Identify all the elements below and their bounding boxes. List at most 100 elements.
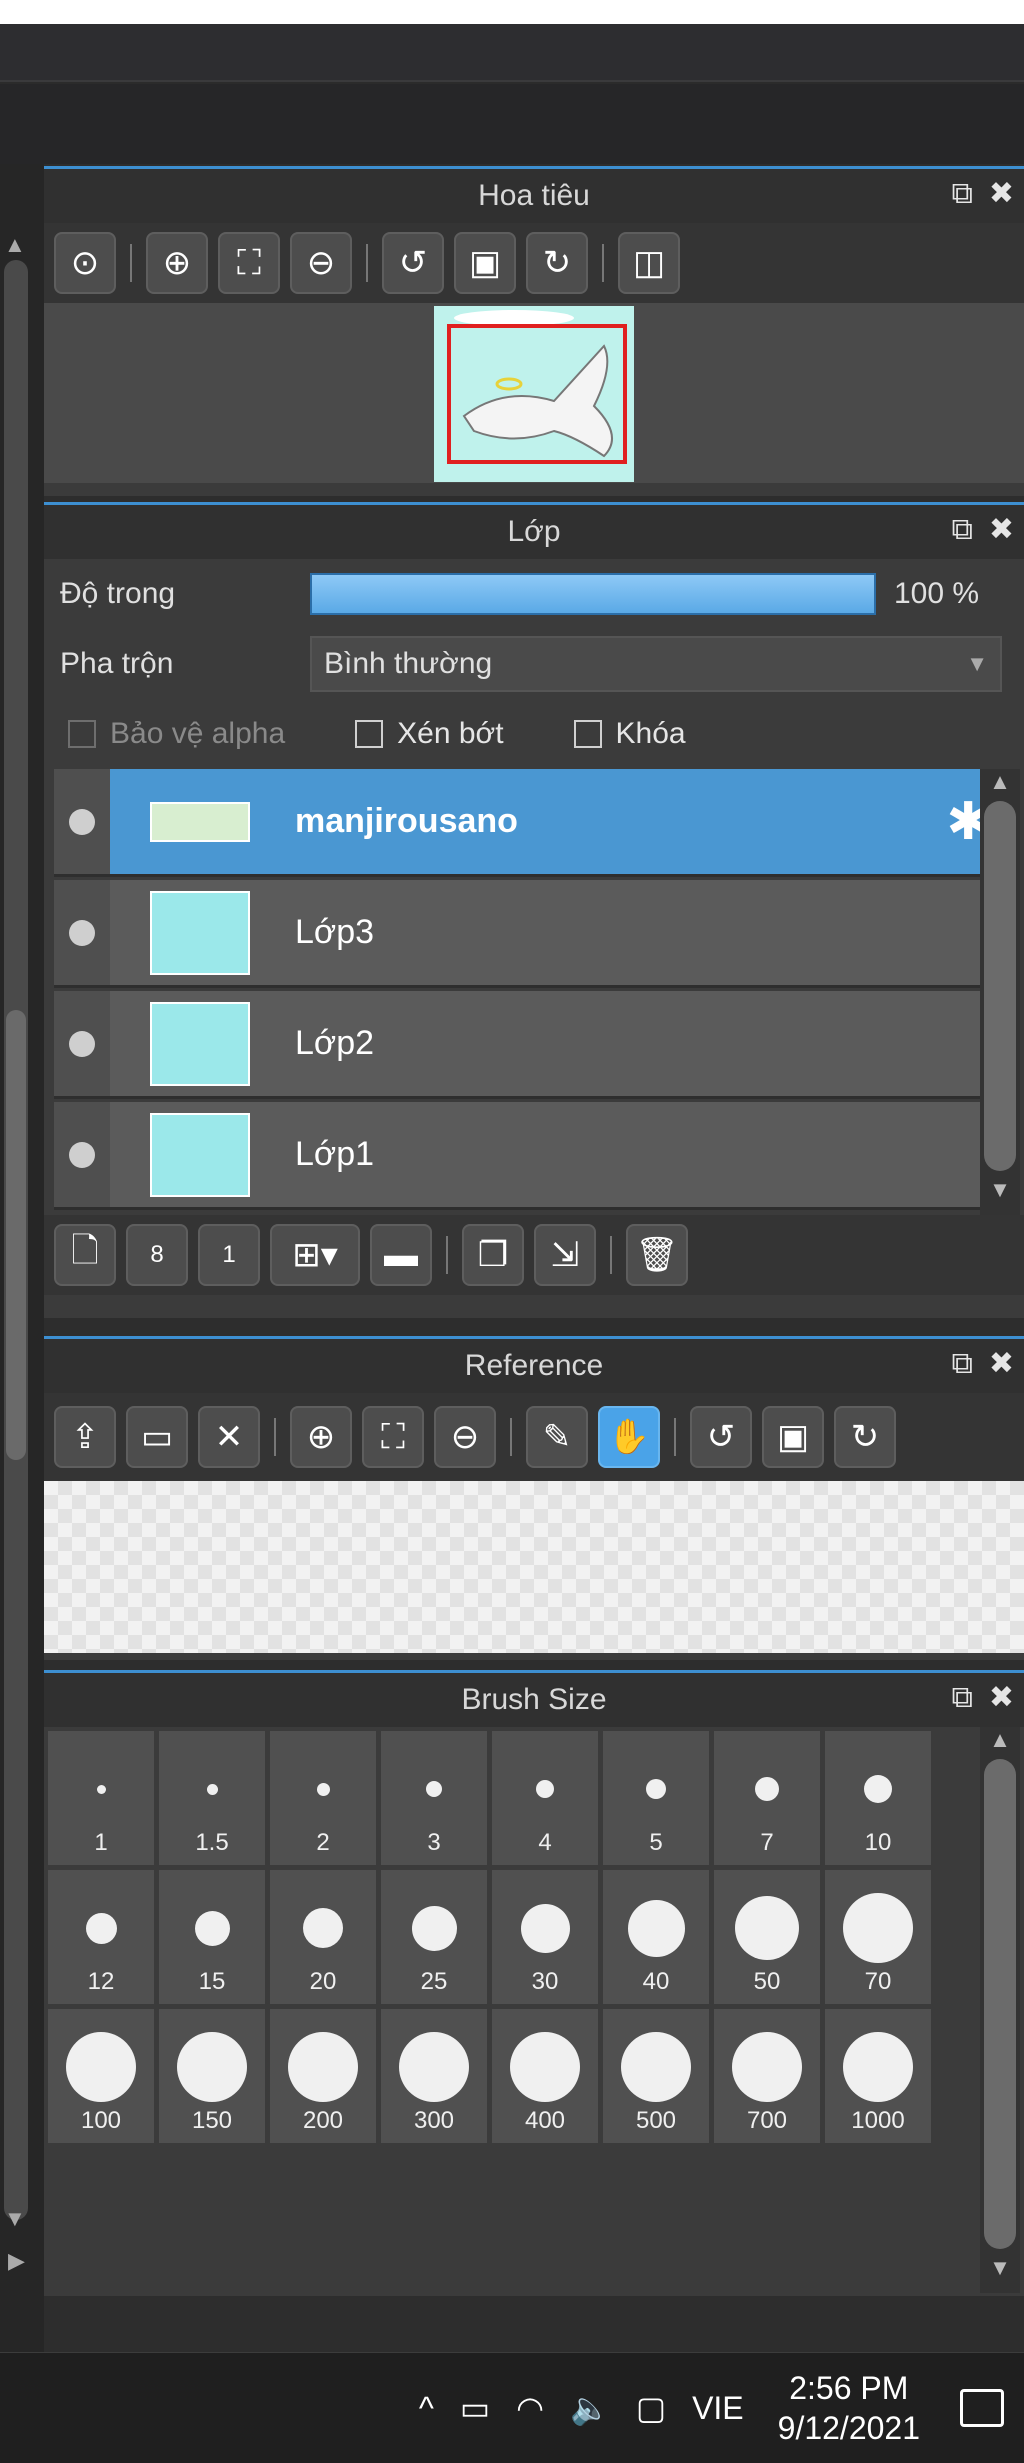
viewport-frame[interactable]: [447, 324, 627, 464]
visibility-dot-icon: [69, 1141, 95, 1168]
brush-size-cell[interactable]: 50: [714, 1870, 820, 2004]
brush-size-cell[interactable]: 70: [825, 1870, 931, 2004]
layer-row-lop1[interactable]: Lớp1: [54, 1102, 1002, 1210]
layer-list-scrollbar[interactable]: ▲ ▼: [980, 769, 1020, 1215]
brush-size-cell[interactable]: 300: [381, 2009, 487, 2143]
lock-checkbox[interactable]: Khóa: [573, 717, 686, 751]
duplicate-icon[interactable]: ❐: [462, 1224, 524, 1286]
zoom-out-icon[interactable]: ⊖: [434, 1406, 496, 1468]
meet-now-icon[interactable]: ▢: [636, 2389, 666, 2427]
fit-window-icon[interactable]: ▣: [454, 232, 516, 294]
brush-size-cell[interactable]: 1.5: [159, 1731, 265, 1865]
battery-icon[interactable]: ▭: [460, 2389, 490, 2427]
navigator-preview[interactable]: [44, 303, 1024, 483]
close-panel-icon[interactable]: ✖: [989, 1683, 1014, 1713]
brush-size-cell[interactable]: 1000: [825, 2009, 931, 2143]
rotate-left-icon[interactable]: ↺: [690, 1406, 752, 1468]
brush-size-cell[interactable]: 20: [270, 1870, 376, 2004]
fit-window-icon[interactable]: ▣: [762, 1406, 824, 1468]
wifi-icon[interactable]: ◠: [516, 2389, 544, 2427]
zoom-in-icon[interactable]: ⊕: [290, 1406, 352, 1468]
reference-canvas[interactable]: [44, 1481, 1024, 1653]
visibility-toggle[interactable]: [54, 769, 110, 874]
scroll-up-icon[interactable]: ▲: [980, 769, 1020, 795]
brush-size-cell[interactable]: 4: [492, 1731, 598, 1865]
brush-grid-scrollbar[interactable]: ▲ ▼: [980, 1727, 1020, 2293]
clipping-checkbox[interactable]: Xén bớt: [355, 717, 504, 751]
visibility-toggle[interactable]: [54, 1102, 110, 1207]
scrollbar-thumb[interactable]: [984, 801, 1016, 1171]
new-8bit-layer-icon[interactable]: 8: [126, 1224, 188, 1286]
brush-size-cell[interactable]: 30: [492, 1870, 598, 2004]
opacity-slider[interactable]: [310, 573, 876, 615]
brush-size-cell[interactable]: 500: [603, 2009, 709, 2143]
flip-icon[interactable]: ◫: [618, 232, 680, 294]
visibility-toggle[interactable]: [54, 880, 110, 985]
brush-dot-icon: [303, 1908, 343, 1948]
clock[interactable]: 2:56 PM 9/12/2021: [778, 2368, 920, 2448]
fit-screen-icon[interactable]: ⛶: [218, 232, 280, 294]
brush-size-label: 40: [642, 1968, 670, 1995]
float-panel-icon[interactable]: ⧉: [951, 1349, 972, 1379]
merge-down-icon[interactable]: ⇲: [534, 1224, 596, 1286]
close-panel-icon[interactable]: ✖: [989, 1349, 1014, 1379]
brush-size-cell[interactable]: 5: [603, 1731, 709, 1865]
scroll-down-icon[interactable]: ▼: [980, 1177, 1020, 1203]
float-panel-icon[interactable]: ⧉: [951, 515, 972, 545]
brush-size-cell[interactable]: 2: [270, 1731, 376, 1865]
canvas-scrollbar-thumb[interactable]: [6, 1010, 26, 1460]
zoom-actual-icon[interactable]: ⊙: [54, 232, 116, 294]
scroll-down-icon[interactable]: ▼: [980, 2255, 1020, 2281]
close-panel-icon[interactable]: ✖: [989, 179, 1014, 209]
float-panel-icon[interactable]: ⧉: [951, 179, 972, 209]
brush-size-cell[interactable]: 150: [159, 2009, 265, 2143]
brush-size-cell[interactable]: 40: [603, 1870, 709, 2004]
brush-size-cell[interactable]: 25: [381, 1870, 487, 2004]
blend-mode-select[interactable]: Bình thường ▼: [310, 636, 1002, 692]
brush-size-cell[interactable]: 200: [270, 2009, 376, 2143]
rotate-right-icon[interactable]: ↻: [526, 232, 588, 294]
rotate-right-icon[interactable]: ↻: [834, 1406, 896, 1468]
scroll-up-icon[interactable]: ▲: [980, 1727, 1020, 1753]
brush-preview: [206, 1749, 218, 1829]
float-panel-icon[interactable]: ⧉: [951, 1683, 972, 1713]
brush-size-cell[interactable]: 12: [48, 1870, 154, 2004]
rotate-left-icon[interactable]: ↺: [382, 232, 444, 294]
scroll-down-icon[interactable]: ▼: [4, 2206, 26, 2232]
brush-size-cell[interactable]: 10: [825, 1731, 931, 1865]
volume-icon[interactable]: 🔈: [570, 2389, 610, 2427]
language-indicator[interactable]: VIE: [692, 2390, 744, 2427]
brush-size-cell[interactable]: 3: [381, 1731, 487, 1865]
layer-row-lop3[interactable]: Lớp3: [54, 880, 1002, 988]
layer-row-manjirousano[interactable]: manjirousano ✱: [54, 769, 1002, 877]
upload-icon[interactable]: ⇪: [54, 1406, 116, 1468]
zoom-in-icon[interactable]: ⊕: [146, 232, 208, 294]
protect-alpha-checkbox[interactable]: Bảo vệ alpha: [68, 717, 285, 751]
scroll-up-icon[interactable]: ▲: [4, 232, 26, 258]
brush-size-cell[interactable]: 700: [714, 2009, 820, 2143]
open-folder-icon[interactable]: ▭: [126, 1406, 188, 1468]
notification-icon[interactable]: [960, 2389, 1004, 2427]
folder-icon[interactable]: ▬: [370, 1224, 432, 1286]
eyedropper-icon[interactable]: ✎: [526, 1406, 588, 1468]
scroll-right-icon[interactable]: ▶: [8, 2248, 25, 2274]
brush-size-label: 4: [538, 1829, 552, 1856]
brush-size-cell[interactable]: 7: [714, 1731, 820, 1865]
scrollbar-thumb[interactable]: [984, 1759, 1016, 2249]
layer-row-lop2[interactable]: Lớp2: [54, 991, 1002, 1099]
close-icon[interactable]: ✕: [198, 1406, 260, 1468]
new-layer-icon[interactable]: 🗋: [54, 1224, 116, 1286]
add-layer-dropdown-icon[interactable]: ⊞▾: [270, 1224, 360, 1286]
chevron-up-icon[interactable]: ^: [419, 2390, 434, 2427]
hand-icon[interactable]: ✋: [598, 1406, 660, 1468]
brush-size-cell[interactable]: 100: [48, 2009, 154, 2143]
delete-icon[interactable]: 🗑: [626, 1224, 688, 1286]
brush-size-cell[interactable]: 15: [159, 1870, 265, 2004]
new-1bit-layer-icon[interactable]: 1: [198, 1224, 260, 1286]
fit-screen-icon[interactable]: ⛶: [362, 1406, 424, 1468]
visibility-toggle[interactable]: [54, 991, 110, 1096]
brush-size-cell[interactable]: 1: [48, 1731, 154, 1865]
brush-size-cell[interactable]: 400: [492, 2009, 598, 2143]
zoom-out-icon[interactable]: ⊖: [290, 232, 352, 294]
close-panel-icon[interactable]: ✖: [989, 515, 1014, 545]
